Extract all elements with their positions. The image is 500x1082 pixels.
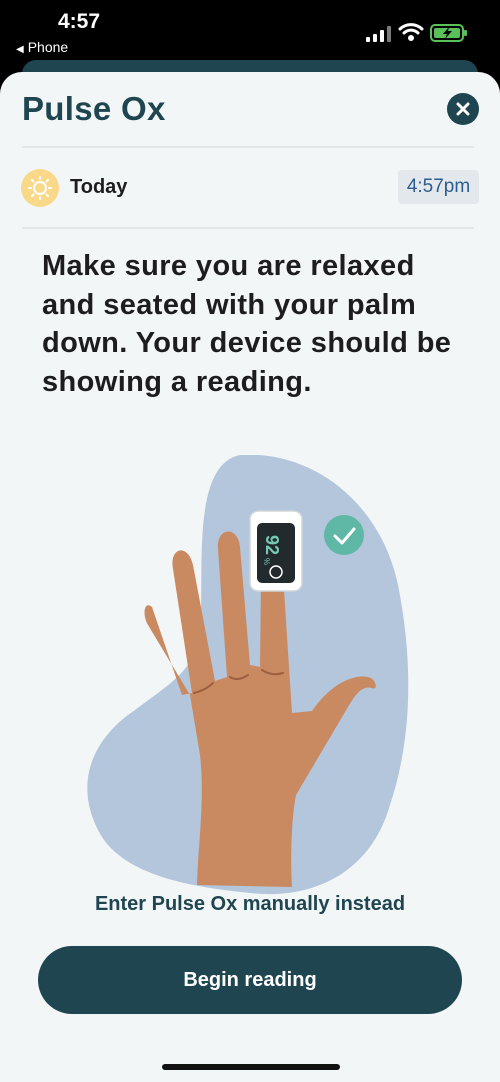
close-button[interactable] bbox=[447, 93, 479, 125]
sun-icon bbox=[21, 169, 59, 207]
divider bbox=[22, 146, 474, 148]
hand-pulse-oximeter-illustration: 92 % bbox=[87, 455, 409, 895]
battery-charging-icon bbox=[430, 24, 467, 42]
begin-reading-button[interactable]: Begin reading bbox=[38, 946, 462, 1014]
back-to-app-link[interactable]: ◀ Phone bbox=[16, 39, 68, 55]
pulse-oximeter-device: 92 % bbox=[249, 510, 303, 592]
divider bbox=[22, 227, 474, 229]
instructions-text: Make sure you are relaxed and seated wit… bbox=[42, 250, 452, 398]
back-app-label: Phone bbox=[27, 39, 69, 55]
triangle-left-icon: ◀ bbox=[16, 44, 24, 55]
wifi-icon bbox=[398, 23, 424, 41]
device-unit: % bbox=[262, 558, 271, 565]
device-reading: 92 bbox=[262, 535, 282, 555]
time-chip[interactable]: 4:57pm bbox=[398, 170, 479, 204]
check-icon bbox=[324, 515, 364, 555]
status-time: 4:57 bbox=[58, 10, 101, 33]
close-icon bbox=[456, 102, 470, 116]
cellular-signal-icon bbox=[366, 26, 391, 42]
status-bar: 4:57 ◀ Phone bbox=[0, 0, 500, 64]
home-indicator[interactable] bbox=[162, 1064, 340, 1070]
page-title: Pulse Ox bbox=[22, 90, 166, 127]
date-label: Today bbox=[70, 176, 128, 198]
manual-entry-link[interactable]: Enter Pulse Ox manually instead bbox=[0, 893, 500, 916]
